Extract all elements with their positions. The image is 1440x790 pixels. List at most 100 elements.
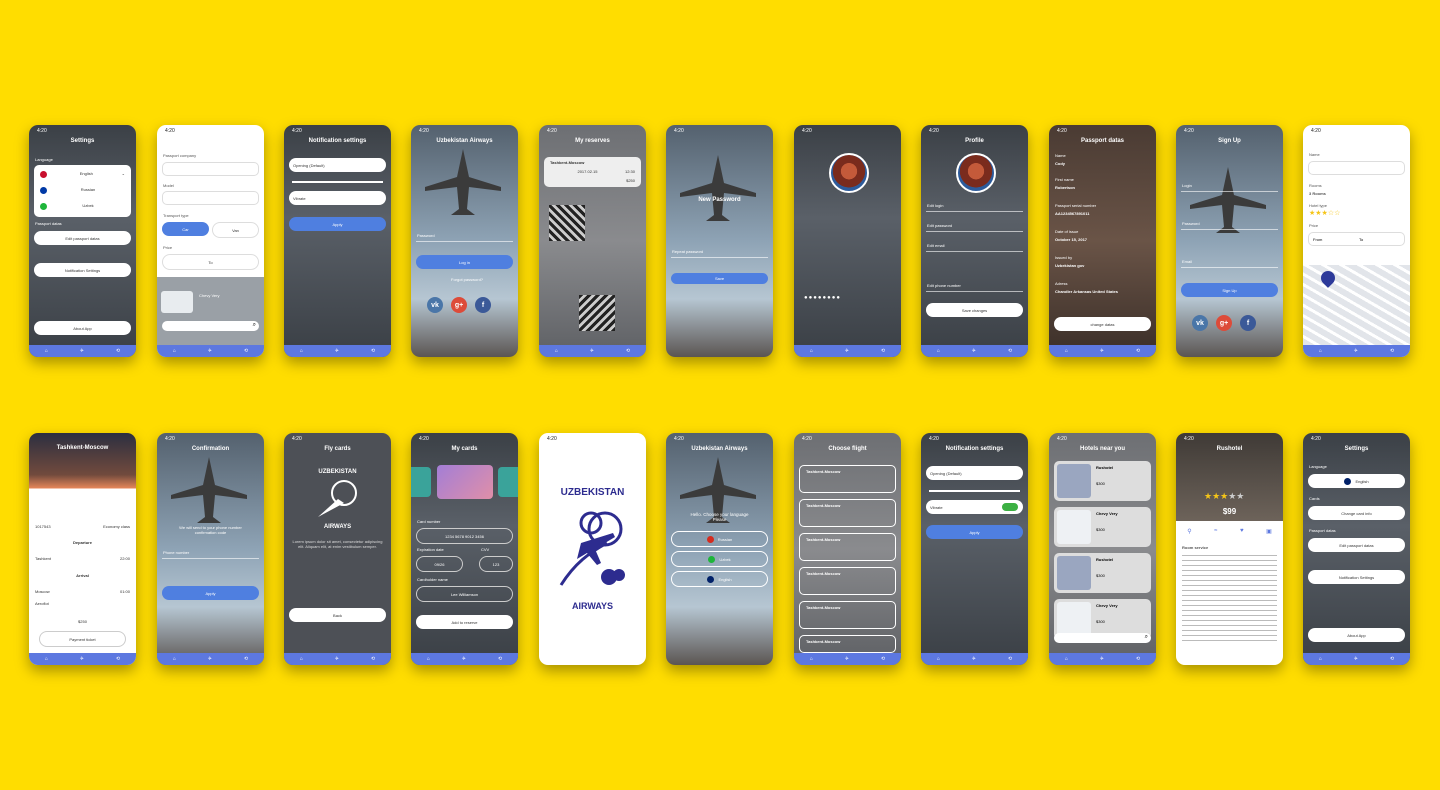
password-input[interactable]: [416, 241, 513, 242]
exp-input[interactable]: 09/26: [416, 556, 463, 572]
plane-icon[interactable]: ✈: [972, 656, 976, 662]
name-input[interactable]: [1308, 161, 1405, 175]
plane-icon[interactable]: ✈: [972, 348, 976, 354]
home-icon[interactable]: ⌂: [300, 348, 303, 354]
settings-icon[interactable]: ⟲: [1390, 656, 1394, 662]
plane-icon[interactable]: ✈: [1354, 348, 1358, 354]
google-plus-icon[interactable]: g+: [1216, 315, 1232, 331]
edit-passport-button[interactable]: Edit passport datas: [1308, 538, 1405, 552]
credit-card[interactable]: [411, 467, 431, 497]
volume-slider[interactable]: [292, 181, 383, 183]
flight-card[interactable]: Tashkent-Moscow: [799, 635, 896, 653]
settings-icon[interactable]: ⟲: [881, 348, 885, 354]
home-icon[interactable]: ⌂: [1065, 348, 1068, 354]
code-input[interactable]: [162, 558, 259, 559]
apply-button[interactable]: Apply: [162, 586, 259, 600]
search-bar[interactable]: ⌕: [1054, 633, 1151, 643]
star-rating[interactable]: ★★★☆☆: [1309, 209, 1340, 217]
flight-card[interactable]: Tashkent-Moscow: [799, 465, 896, 493]
notification-settings-button[interactable]: Notification Settings: [1308, 570, 1405, 584]
home-icon[interactable]: ⌂: [427, 656, 430, 662]
search-bar[interactable]: ⌕: [162, 321, 259, 331]
edit-passport-button[interactable]: Edit passport datas: [34, 231, 131, 245]
bag-icon[interactable]: ▣: [1266, 528, 1272, 535]
settings-icon[interactable]: ⟲: [1136, 656, 1140, 662]
settings-icon[interactable]: ⟲: [116, 348, 120, 354]
settings-icon[interactable]: ⟲: [244, 348, 248, 354]
plane-icon[interactable]: ✈: [590, 348, 594, 354]
settings-icon[interactable]: ⟲: [244, 656, 248, 662]
vk-icon[interactable]: vk: [1192, 315, 1208, 331]
edit-password-field[interactable]: Edit password: [927, 223, 952, 228]
lang-option[interactable]: English ⌄: [40, 171, 125, 178]
about-app-button[interactable]: About App: [1308, 628, 1405, 642]
plane-icon[interactable]: ✈: [80, 656, 84, 662]
home-icon[interactable]: ⌂: [1065, 656, 1068, 662]
company-input[interactable]: [162, 162, 259, 176]
flight-card[interactable]: Tashkent-Moscow: [799, 567, 896, 595]
password-input[interactable]: [1181, 229, 1278, 230]
apply-button[interactable]: Apply: [289, 217, 386, 231]
language-option-uzbek[interactable]: Uzbek: [671, 551, 768, 567]
pool-icon[interactable]: ≈: [1214, 528, 1217, 535]
language-dropdown[interactable]: English ⌄ Russian Uzbek: [34, 165, 131, 217]
home-icon[interactable]: ⌂: [555, 348, 558, 354]
card-number-input[interactable]: 1234 5678 9012 3456: [416, 528, 513, 544]
holder-input[interactable]: Lee Williamson: [416, 586, 513, 602]
search-icon[interactable]: ⌕: [253, 322, 256, 329]
credit-card[interactable]: [437, 465, 493, 499]
language-dropdown[interactable]: English: [1308, 474, 1405, 488]
home-icon[interactable]: ⌂: [937, 348, 940, 354]
home-icon[interactable]: ⌂: [937, 656, 940, 662]
plane-icon[interactable]: ✈: [462, 656, 466, 662]
to-input[interactable]: To: [1359, 237, 1363, 242]
plane-icon[interactable]: ✈: [845, 656, 849, 662]
payment-button[interactable]: Payment ticket: [39, 631, 126, 647]
heart-icon[interactable]: ♥: [1240, 528, 1244, 535]
flight-card[interactable]: Tashkent-Moscow: [799, 533, 896, 561]
home-icon[interactable]: ⌂: [45, 348, 48, 354]
from-input[interactable]: From: [1313, 237, 1322, 242]
add-to-reserve-button[interactable]: Add to reserve: [416, 615, 513, 629]
edit-phone-field[interactable]: Edit phone number: [927, 283, 961, 288]
home-icon[interactable]: ⌂: [810, 656, 813, 662]
map-pin-icon[interactable]: [1318, 268, 1338, 288]
plane-icon[interactable]: ✈: [1100, 348, 1104, 354]
back-button[interactable]: Back: [289, 608, 386, 622]
home-icon[interactable]: ⌂: [1319, 656, 1322, 662]
language-option-russian[interactable]: Russian: [671, 531, 768, 547]
price-range[interactable]: From To: [1308, 232, 1405, 246]
about-app-button[interactable]: About App: [34, 321, 131, 335]
save-changes-button[interactable]: Save changes: [926, 303, 1023, 317]
settings-icon[interactable]: ⟲: [881, 656, 885, 662]
sound-dropdown[interactable]: Opening (Default): [289, 158, 386, 172]
vk-icon[interactable]: vk: [427, 297, 443, 313]
facebook-icon[interactable]: f: [475, 297, 491, 313]
save-button[interactable]: Save: [671, 273, 768, 284]
edit-login-field[interactable]: Edit login: [927, 203, 943, 208]
plane-icon[interactable]: ✈: [1354, 656, 1358, 662]
home-icon[interactable]: ⌂: [173, 348, 176, 354]
home-icon[interactable]: ⌂: [1319, 348, 1322, 354]
settings-icon[interactable]: ⟲: [1008, 656, 1012, 662]
apply-button[interactable]: Apply: [926, 525, 1023, 539]
search-icon[interactable]: ⌕: [1145, 634, 1148, 641]
home-icon[interactable]: ⌂: [300, 656, 303, 662]
settings-icon[interactable]: ⟲: [626, 348, 630, 354]
language-option-english[interactable]: English: [671, 571, 768, 587]
home-icon[interactable]: ⌂: [173, 656, 176, 662]
sign-up-button[interactable]: Sign Up: [1181, 283, 1278, 297]
restaurant-icon[interactable]: ⚲: [1187, 528, 1191, 535]
forgot-password-link[interactable]: Forgot password?: [451, 277, 483, 282]
settings-icon[interactable]: ⟲: [371, 656, 375, 662]
lang-option[interactable]: Russian: [40, 187, 125, 194]
email-input[interactable]: [1181, 267, 1278, 268]
vibrate-switch[interactable]: [1002, 503, 1018, 511]
plane-icon[interactable]: ✈: [335, 656, 339, 662]
map[interactable]: [1303, 265, 1410, 345]
google-plus-icon[interactable]: g+: [451, 297, 467, 313]
repeat-password-input[interactable]: [671, 257, 768, 258]
settings-icon[interactable]: ⟲: [371, 348, 375, 354]
plane-icon[interactable]: ✈: [80, 348, 84, 354]
edit-email-field[interactable]: Edit email: [927, 243, 945, 248]
